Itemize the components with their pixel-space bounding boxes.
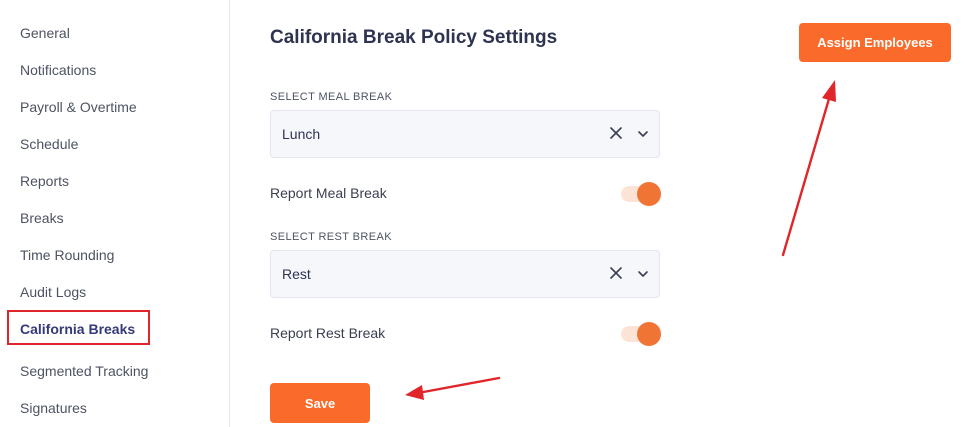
arrow-to-assign-icon xyxy=(781,80,836,257)
meal-break-select[interactable]: Lunch xyxy=(270,110,660,158)
sidebar-item-segmented-tracking[interactable]: Segmented Tracking xyxy=(20,363,148,379)
page-title: California Break Policy Settings xyxy=(270,27,558,48)
assign-employees-button[interactable]: Assign Employees xyxy=(799,23,951,62)
rest-break-select-value: Rest xyxy=(282,266,311,282)
sidebar-item-general[interactable]: General xyxy=(20,25,70,41)
meal-break-select-label: SELECT MEAL BREAK xyxy=(270,91,393,103)
sidebar-item-breaks[interactable]: Breaks xyxy=(20,210,64,226)
chevron-down-icon[interactable] xyxy=(637,128,649,140)
toggle-knob xyxy=(637,322,661,346)
sidebar-item-time-rounding[interactable]: Time Rounding xyxy=(20,247,114,263)
sidebar-item-reports[interactable]: Reports xyxy=(20,173,69,189)
report-rest-break-toggle[interactable] xyxy=(621,322,661,346)
rest-break-select-label: SELECT REST BREAK xyxy=(270,231,392,243)
save-button[interactable]: Save xyxy=(270,383,370,423)
rest-break-select[interactable]: Rest xyxy=(270,250,660,298)
sidebar-item-schedule[interactable]: Schedule xyxy=(20,136,78,152)
arrow-to-save-icon xyxy=(405,376,501,400)
sidebar-item-notifications[interactable]: Notifications xyxy=(20,62,96,78)
close-icon[interactable] xyxy=(608,125,624,141)
meal-break-select-value: Lunch xyxy=(282,126,321,142)
sidebar-item-california-breaks[interactable]: California Breaks xyxy=(20,321,135,337)
report-meal-break-label: Report Meal Break xyxy=(270,185,387,201)
report-rest-break-label: Report Rest Break xyxy=(270,325,386,341)
toggle-knob xyxy=(637,182,661,206)
sidebar-item-payroll-overtime[interactable]: Payroll & Overtime xyxy=(20,99,137,115)
sidebar-item-signatures[interactable]: Signatures xyxy=(20,400,87,416)
chevron-down-icon[interactable] xyxy=(637,268,649,280)
close-icon[interactable] xyxy=(608,265,624,281)
report-meal-break-toggle[interactable] xyxy=(621,182,661,206)
settings-sidebar: General Notifications Payroll & Overtime… xyxy=(0,0,230,427)
sidebar-item-audit-logs[interactable]: Audit Logs xyxy=(20,284,86,300)
